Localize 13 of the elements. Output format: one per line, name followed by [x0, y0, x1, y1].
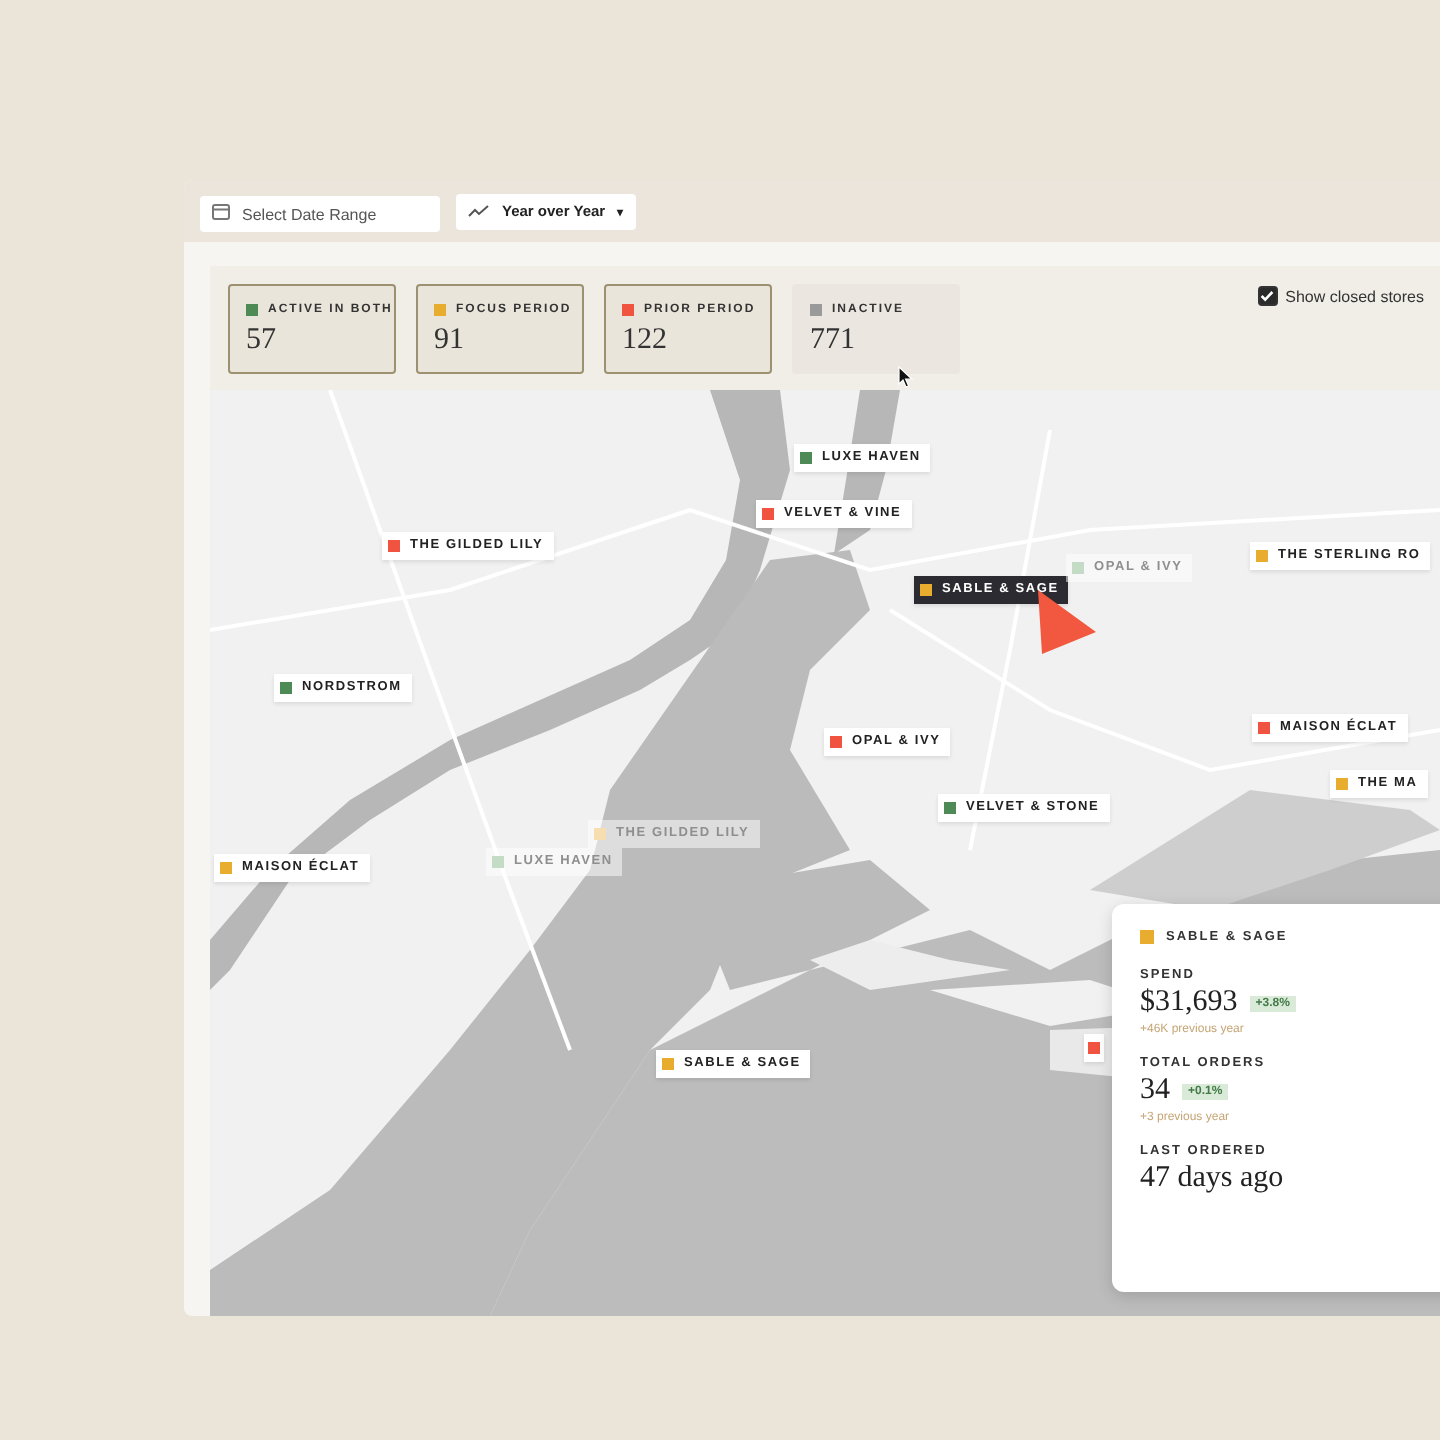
stat-value: 57	[246, 323, 278, 357]
metric-value: $31,693	[1140, 986, 1238, 1020]
stat-value: 122	[622, 323, 669, 357]
trend-icon	[468, 204, 490, 218]
date-range-field[interactable]: Select Date Range	[200, 196, 440, 232]
metric-value: 47 days ago	[1140, 1162, 1284, 1196]
store-marker[interactable]	[1084, 1034, 1104, 1062]
show-closed-checkbox[interactable]: Show closed stores	[1257, 286, 1424, 306]
checkmark-icon	[1260, 290, 1275, 302]
stat-value: 91	[434, 323, 466, 357]
cursor-icon	[898, 366, 914, 388]
metric-value: 34	[1140, 1074, 1170, 1108]
stat-value: 771	[810, 323, 857, 357]
